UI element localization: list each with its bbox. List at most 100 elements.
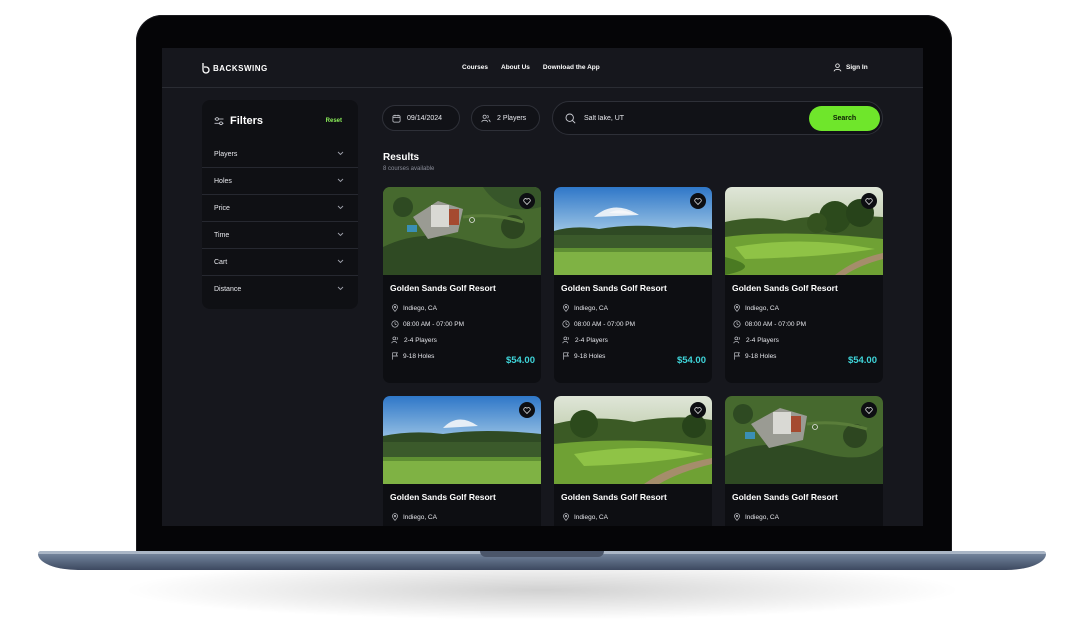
course-card[interactable]: Golden Sands Golf Resort Indiego, CA	[383, 396, 541, 526]
date-value: 09/14/2024	[407, 114, 443, 122]
course-holes: 9-18 Holes	[733, 352, 776, 360]
course-name: Golden Sands Golf Resort	[732, 283, 838, 293]
course-price: $54.00	[676, 355, 706, 366]
users-icon	[391, 336, 398, 344]
location-text: Indiego, CA	[574, 513, 608, 521]
sign-in-label: Sign In	[846, 64, 868, 71]
brand-logo[interactable]: BACKSWING	[200, 62, 268, 74]
filter-price[interactable]: Price	[202, 195, 358, 222]
players-text: 2-4 Players	[746, 336, 779, 344]
navbar: BACKSWING Courses About Us Download the …	[162, 48, 923, 88]
course-image-fairway	[725, 187, 883, 275]
users-icon	[733, 336, 740, 344]
filter-label: Holes	[214, 177, 232, 185]
heart-icon	[865, 406, 873, 414]
favorite-button[interactable]	[690, 193, 706, 209]
filter-cart[interactable]: Cart	[202, 249, 358, 276]
players-value: 2 Players	[497, 114, 527, 122]
course-card[interactable]: Golden Sands Golf Resort Indiego, CA 08:…	[383, 187, 541, 383]
clock-icon	[562, 320, 570, 328]
filter-holes[interactable]: Holes	[202, 168, 358, 195]
favorite-button[interactable]	[861, 402, 877, 418]
course-hours: 08:00 AM - 07:00 PM	[391, 320, 464, 328]
user-icon	[833, 63, 842, 72]
chevron-down-icon	[337, 259, 344, 264]
course-location: Indiego, CA	[391, 513, 437, 521]
course-location: Indiego, CA	[562, 513, 608, 521]
heart-icon	[694, 197, 702, 205]
favorite-button[interactable]	[690, 402, 706, 418]
course-name: Golden Sands Golf Resort	[561, 283, 667, 293]
course-location: Indiego, CA	[733, 304, 779, 312]
nav-link-about[interactable]: About Us	[501, 64, 530, 71]
users-icon	[562, 336, 569, 344]
chevron-down-icon	[337, 205, 344, 210]
location-search-input[interactable]	[584, 111, 794, 125]
filters-header: Filters	[214, 115, 263, 127]
nav-link-download[interactable]: Download the App	[543, 64, 600, 71]
favorite-button[interactable]	[861, 193, 877, 209]
course-card[interactable]: Golden Sands Golf Resort Indiego, CA 08:…	[554, 187, 712, 383]
course-name: Golden Sands Golf Resort	[390, 283, 496, 293]
location-text: Indiego, CA	[745, 304, 779, 312]
search-button[interactable]: Search	[809, 106, 880, 131]
course-players: 2-4 Players	[562, 336, 608, 344]
clock-icon	[733, 320, 741, 328]
course-hours: 08:00 AM - 07:00 PM	[733, 320, 806, 328]
chevron-down-icon	[337, 151, 344, 156]
location-text: Indiego, CA	[403, 304, 437, 312]
players-picker[interactable]: 2 Players	[471, 105, 540, 131]
brand-name: BACKSWING	[213, 63, 268, 73]
course-price: $54.00	[847, 355, 877, 366]
holes-text: 9-18 Holes	[574, 352, 606, 360]
course-card[interactable]: Golden Sands Golf Resort Indiego, CA	[554, 396, 712, 526]
laptop-notch	[480, 551, 604, 557]
location-text: Indiego, CA	[745, 513, 779, 521]
filters-title: Filters	[230, 115, 264, 127]
heart-icon	[694, 406, 702, 414]
favorite-button[interactable]	[519, 193, 535, 209]
flag-icon	[563, 352, 570, 360]
course-location: Indiego, CA	[391, 304, 437, 312]
calendar-icon	[392, 114, 401, 122]
holes-text: 9-18 Holes	[745, 352, 777, 360]
chevron-down-icon	[337, 232, 344, 237]
course-image-green	[554, 187, 712, 275]
filter-label: Players	[214, 150, 238, 158]
map-pin-icon	[734, 513, 740, 521]
filter-time[interactable]: Time	[202, 222, 358, 249]
course-card[interactable]: Golden Sands Golf Resort Indiego, CA 08:…	[725, 187, 883, 383]
users-icon	[481, 114, 491, 122]
favorite-button[interactable]	[519, 402, 535, 418]
filter-list: Players Holes Price Time Cart Distance	[202, 141, 358, 303]
heart-icon	[523, 197, 531, 205]
results-title: Results	[383, 152, 420, 163]
course-holes: 9-18 Holes	[391, 352, 434, 360]
sign-in-link[interactable]: Sign In	[833, 63, 868, 72]
nav-link-courses[interactable]: Courses	[462, 64, 488, 71]
heart-icon	[523, 406, 531, 414]
filter-label: Cart	[214, 258, 228, 266]
flag-icon	[392, 352, 399, 360]
filters-reset-button[interactable]: Reset	[326, 118, 342, 124]
course-image-fairway	[554, 396, 712, 484]
course-players: 2-4 Players	[733, 336, 779, 344]
filters-panel: Filters Reset Players Holes Price Time C…	[202, 100, 358, 309]
map-pin-icon	[392, 513, 398, 521]
course-card[interactable]: Golden Sands Golf Resort Indiego, CA	[725, 396, 883, 526]
map-pin-icon	[563, 513, 569, 521]
course-image-aerial	[383, 187, 541, 275]
date-picker[interactable]: 09/14/2024	[382, 105, 460, 131]
nav-links: Courses About Us Download the App	[462, 64, 600, 71]
course-name: Golden Sands Golf Resort	[390, 492, 496, 502]
flag-icon	[734, 352, 741, 360]
location-text: Indiego, CA	[574, 304, 608, 312]
filter-distance[interactable]: Distance	[202, 276, 358, 303]
course-name: Golden Sands Golf Resort	[732, 492, 838, 502]
players-text: 2-4 Players	[404, 336, 437, 344]
course-location: Indiego, CA	[733, 513, 779, 521]
course-name: Golden Sands Golf Resort	[561, 492, 667, 502]
filter-players[interactable]: Players	[202, 141, 358, 168]
filter-label: Price	[214, 204, 230, 212]
players-text: 2-4 Players	[575, 336, 608, 344]
